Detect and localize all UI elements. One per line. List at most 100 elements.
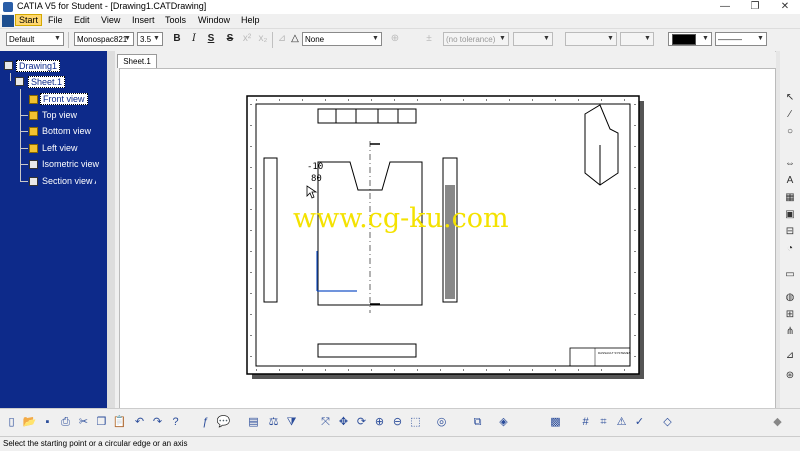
tab-sheet-1[interactable]: Sheet.1 <box>117 54 157 68</box>
front-view-icon <box>29 95 38 104</box>
standard-toolbar: ▯ 📂 ▪ ⎙ ✂ ❐ 📋 ↶ ↷ ? ƒ 💬 ▤ ⚖ ⧩ ⤧ ✥ ⟳ ⊕ ⊖ … <box>0 408 800 437</box>
filter-icon[interactable]: ⧩ <box>284 415 299 430</box>
watermark: www.cg-ku.com <box>293 203 509 234</box>
tree-item-front-view[interactable]: Front view <box>40 93 88 105</box>
zoom-out-icon[interactable]: ⊖ <box>390 415 405 430</box>
check-icon[interactable]: ✓ <box>632 415 647 430</box>
grid-icon[interactable]: # <box>578 415 593 430</box>
weld-icon[interactable]: ⋔ <box>783 325 797 338</box>
menu-tools[interactable]: Tools <box>162 15 189 25</box>
precision-select[interactable]: ▼ <box>513 32 553 46</box>
tool-palette-icon[interactable]: ◇ <box>660 415 675 430</box>
text-frame-icon[interactable]: △ <box>288 32 302 46</box>
balloon-icon[interactable]: ◍ <box>783 291 797 304</box>
tolerance-select[interactable]: (no tolerance) ▼ <box>443 32 509 46</box>
swap-icon[interactable]: ⧉ <box>470 415 485 430</box>
chevron-down-icon: ▼ <box>153 35 160 42</box>
toolbar-separator <box>68 32 69 48</box>
catia-menu-icon[interactable] <box>2 15 14 27</box>
line-type-select[interactable]: ——— ▼ <box>715 32 767 46</box>
window-title: CATIA V5 for Student - [Drawing1.CATDraw… <box>17 1 207 11</box>
dress-icon[interactable]: ⊛ <box>783 369 797 382</box>
status-message: Select the starting point or a circular … <box>3 439 188 448</box>
frame-select[interactable]: None ▼ <box>302 32 382 46</box>
overline-icon: x² <box>242 33 252 44</box>
line-icon[interactable]: ∕ <box>783 108 797 121</box>
normal-view-icon[interactable]: ⬚ <box>408 415 423 430</box>
zoom-in-icon[interactable]: ⊕ <box>372 415 387 430</box>
menu-start[interactable]: Start <box>15 14 43 26</box>
drawing-sheet: -10 80 DASSAULT SYSTEMES <box>246 95 644 379</box>
chevron-down-icon: ▼ <box>124 35 131 42</box>
pan-icon[interactable]: ✥ <box>336 415 351 430</box>
display-format-select[interactable]: ▼ <box>620 32 654 46</box>
maximize-button[interactable]: ❐ <box>740 0 770 14</box>
tree-item-top-view[interactable]: Top view <box>42 110 77 120</box>
fit-icon[interactable]: ⤧ <box>318 415 333 430</box>
menu-edit[interactable]: Edit <box>71 15 93 25</box>
drawing-canvas[interactable]: -10 80 DASSAULT SYSTEMES <box>119 68 776 410</box>
chat-icon[interactable]: 💬 <box>216 415 231 430</box>
tree-item-sheet[interactable]: Sheet.1 <box>28 76 66 88</box>
dimension-icon[interactable]: ⇔ <box>783 157 797 170</box>
render-icon[interactable]: ◈ <box>496 415 511 430</box>
italic-button[interactable]: I <box>187 32 201 46</box>
minimize-button[interactable]: — <box>710 0 740 14</box>
cut-icon[interactable]: ✂ <box>76 415 91 430</box>
specification-tree: Drawing1 Sheet.1 Front view Top view Bot… <box>0 51 107 408</box>
table-icon[interactable]: ▦ <box>783 191 797 204</box>
numerical-format-select[interactable]: ▼ <box>565 32 617 46</box>
font-size-select[interactable]: 3.5 ▼ <box>137 32 163 46</box>
undo-icon[interactable]: ↶ <box>132 415 147 430</box>
print-icon[interactable]: ⎙ <box>58 415 73 430</box>
tree-item-isometric-view[interactable]: Isometric view <box>42 159 99 169</box>
hide-show-icon[interactable]: ◎ <box>434 415 449 430</box>
save-icon[interactable]: ▪ <box>40 415 55 430</box>
tree-item-left-view[interactable]: Left view <box>42 143 78 153</box>
menu-help[interactable]: Help <box>238 15 263 25</box>
paste-icon[interactable]: 📋 <box>112 415 127 430</box>
bottom-view-icon <box>29 127 38 136</box>
status-bar: Select the starting point or a circular … <box>0 436 800 451</box>
circle-icon[interactable]: ○ <box>783 125 797 138</box>
datum-icon[interactable]: ⊞ <box>783 308 797 321</box>
tree-item-drawing[interactable]: Drawing1 <box>16 60 61 72</box>
detail-icon[interactable]: ◔ <box>783 242 797 255</box>
style-select[interactable]: Default ▼ <box>6 32 64 46</box>
formula-icon[interactable]: ƒ <box>198 415 213 430</box>
splitter[interactable] <box>107 51 115 408</box>
menu-file[interactable]: File <box>45 15 66 25</box>
redo-icon[interactable]: ↷ <box>150 415 165 430</box>
symbol-icon[interactable]: ⊿ <box>783 349 797 362</box>
menu-insert[interactable]: Insert <box>129 15 158 25</box>
snap-icon[interactable]: ⌗ <box>596 415 611 430</box>
copy-icon[interactable]: ❐ <box>94 415 109 430</box>
pointer-icon[interactable]: ↖ <box>783 91 797 104</box>
close-button[interactable]: ✕ <box>770 0 800 14</box>
toolbar-separator <box>272 32 273 48</box>
measure-icon[interactable]: ⚖ <box>266 415 281 430</box>
section-icon[interactable]: ⊟ <box>783 225 797 238</box>
rotate-icon[interactable]: ⟳ <box>354 415 369 430</box>
catia-app-icon <box>3 2 13 12</box>
open-icon[interactable]: 📂 <box>22 415 37 430</box>
chevron-down-icon: ▼ <box>372 35 379 42</box>
tree-item-section-view[interactable]: Section view A <box>42 176 96 186</box>
layer-icon[interactable]: ▤ <box>246 415 261 430</box>
whatsthis-icon[interactable]: ? <box>168 415 183 430</box>
sample-icon[interactable]: ▩ <box>548 415 563 430</box>
section-view-icon <box>29 177 38 186</box>
underline-button[interactable]: S <box>204 32 218 46</box>
new-icon[interactable]: ▯ <box>4 415 19 430</box>
view-icon[interactable]: ▣ <box>783 208 797 221</box>
text-properties-toolbar: Default ▼ Monospac821 ▼ 3.5 ▼ B I S S x² x₂… <box>0 29 800 52</box>
menu-view[interactable]: View <box>98 15 123 25</box>
annotation-icon[interactable]: A <box>783 174 797 187</box>
tree-item-bottom-view[interactable]: Bottom view <box>42 126 91 136</box>
strikethrough-button[interactable]: S <box>223 32 237 46</box>
font-select[interactable]: Monospac821 ▼ <box>74 32 134 46</box>
menu-window[interactable]: Window <box>195 15 233 25</box>
bold-button[interactable]: B <box>170 32 184 46</box>
clip-icon[interactable]: ▭ <box>783 268 797 281</box>
analysis-icon[interactable]: ⚠ <box>614 415 629 430</box>
